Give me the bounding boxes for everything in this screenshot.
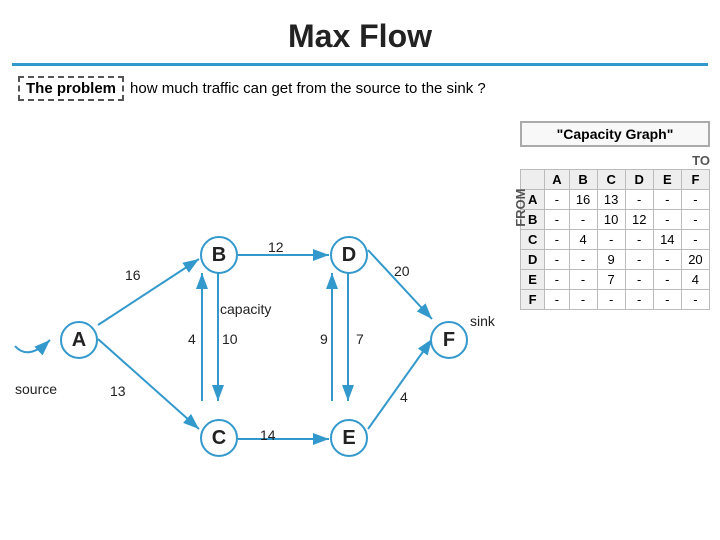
cell-E-A: - [545, 270, 569, 290]
col-header-C: C [597, 170, 625, 190]
node-B: B [200, 236, 238, 274]
table-corner [521, 170, 545, 190]
table-row: B--1012-- [521, 210, 710, 230]
cell-B-C: 10 [597, 210, 625, 230]
table-row: D--9--20 [521, 250, 710, 270]
cell-D-B: - [569, 250, 597, 270]
from-label: FROM [513, 189, 528, 227]
page-title: Max Flow [0, 0, 720, 63]
edge-label-BD: 12 [268, 239, 284, 255]
node-A: A [60, 321, 98, 359]
cell-F-E: - [653, 290, 681, 310]
cell-A-F: - [681, 190, 709, 210]
table-row: A-1613--- [521, 190, 710, 210]
main-content: A B C D E F source sink 16 13 12 10 4 14… [0, 111, 720, 491]
cell-E-B: - [569, 270, 597, 290]
cell-B-A: - [545, 210, 569, 230]
cell-F-D: - [625, 290, 653, 310]
cell-B-B: - [569, 210, 597, 230]
col-header-A: A [545, 170, 569, 190]
col-header-E: E [653, 170, 681, 190]
problem-label: The problem [18, 76, 124, 101]
capacity-table: A B C D E F A-1613---B--1012--C-4--14-D-… [520, 169, 710, 310]
cell-B-F: - [681, 210, 709, 230]
cell-C-E: 14 [653, 230, 681, 250]
cell-F-C: - [597, 290, 625, 310]
node-C: C [200, 419, 238, 457]
table-row: C-4--14- [521, 230, 710, 250]
row-header-F: F [521, 290, 545, 310]
edge-label-CE: 14 [260, 427, 276, 443]
cell-C-B: 4 [569, 230, 597, 250]
cell-A-E: - [653, 190, 681, 210]
edge-label-EF: 4 [400, 389, 408, 405]
cell-B-D: 12 [625, 210, 653, 230]
cell-A-B: 16 [569, 190, 597, 210]
row-header-D: D [521, 250, 545, 270]
capacity-graph-title: "Capacity Graph" [520, 121, 710, 147]
cell-E-F: 4 [681, 270, 709, 290]
to-label: TO [520, 153, 710, 168]
edge-label-DE: 7 [356, 331, 364, 347]
cell-B-E: - [653, 210, 681, 230]
edge-label-DF: 20 [394, 263, 410, 279]
cell-E-D: - [625, 270, 653, 290]
cell-A-D: - [625, 190, 653, 210]
node-D: D [330, 236, 368, 274]
capacity-label: capacity [220, 301, 271, 317]
node-F: F [430, 321, 468, 359]
problem-description: how much traffic can get from the source… [130, 80, 486, 97]
cell-D-A: - [545, 250, 569, 270]
cell-A-C: 13 [597, 190, 625, 210]
cell-C-D: - [625, 230, 653, 250]
source-label: source [15, 381, 57, 397]
capacity-graph-panel: "Capacity Graph" TO A B C D E F A-1613--… [520, 121, 710, 310]
cell-D-F: 20 [681, 250, 709, 270]
cell-D-E: - [653, 250, 681, 270]
row-header-E: E [521, 270, 545, 290]
cell-C-C: - [597, 230, 625, 250]
problem-row: The problem how much traffic can get fro… [18, 76, 702, 101]
cell-E-E: - [653, 270, 681, 290]
cell-E-C: 7 [597, 270, 625, 290]
edge-label-AC: 13 [110, 383, 126, 399]
cell-F-F: - [681, 290, 709, 310]
edge-label-BC-up: 4 [188, 331, 196, 347]
cell-C-A: - [545, 230, 569, 250]
col-header-B: B [569, 170, 597, 190]
table-row: E--7--4 [521, 270, 710, 290]
cell-D-D: - [625, 250, 653, 270]
table-row: F------ [521, 290, 710, 310]
row-header-C: C [521, 230, 545, 250]
cell-F-B: - [569, 290, 597, 310]
col-header-F: F [681, 170, 709, 190]
sink-label: sink [470, 313, 495, 329]
node-E: E [330, 419, 368, 457]
cell-A-A: - [545, 190, 569, 210]
edge-label-AB: 16 [125, 267, 141, 283]
edge-label-ED: 9 [320, 331, 328, 347]
edge-label-BC-down: 10 [222, 331, 238, 347]
cell-D-C: 9 [597, 250, 625, 270]
col-header-D: D [625, 170, 653, 190]
title-divider [12, 63, 708, 66]
cell-C-F: - [681, 230, 709, 250]
cell-F-A: - [545, 290, 569, 310]
